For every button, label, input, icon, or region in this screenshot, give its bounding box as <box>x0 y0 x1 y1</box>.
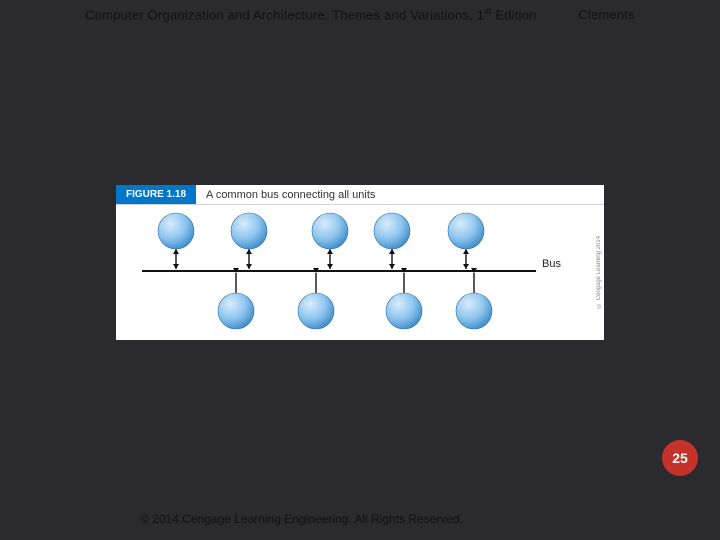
bus-diagram-svg: Bus <box>116 205 590 340</box>
bus-diagram: Bus <box>116 205 604 340</box>
copyright-footer: © 2014 Cengage Learning Engineering. All… <box>140 512 463 526</box>
page-number: 25 <box>672 450 688 466</box>
edition-superscript: st <box>484 6 491 16</box>
figure-container: FIGURE 1.18 A common bus connecting all … <box>116 185 604 340</box>
figure-number-badge: FIGURE 1.18 <box>116 185 196 204</box>
figure-header: FIGURE 1.18 A common bus connecting all … <box>116 185 604 205</box>
page-number-badge: 25 <box>662 440 698 476</box>
svg-text:Bus: Bus <box>542 258 561 270</box>
book-title-suffix: Edition <box>492 7 537 22</box>
figure-side-credit: © Cengage Learning 2014 <box>592 207 606 337</box>
book-title-prefix: Computer Organization and Architecture: … <box>85 7 484 22</box>
slide-header: Computer Organization and Architecture: … <box>0 6 720 22</box>
figure-caption: A common bus connecting all units <box>196 185 385 204</box>
author-name: Clements <box>578 7 635 22</box>
